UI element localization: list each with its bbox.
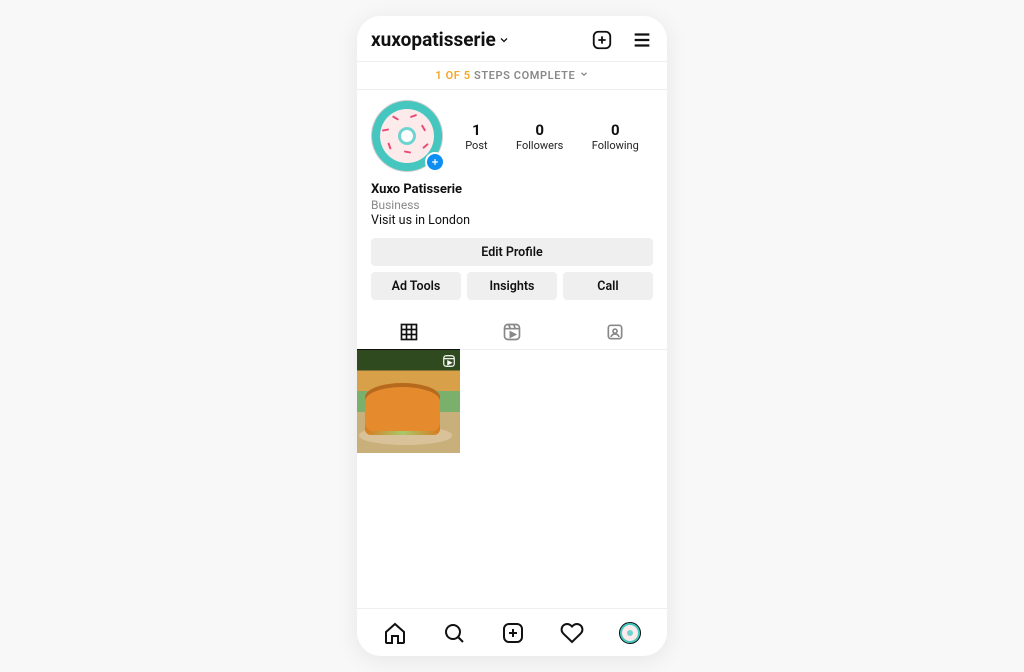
posts-grid bbox=[357, 350, 667, 608]
chevron-down-icon bbox=[498, 34, 510, 46]
avatar[interactable] bbox=[371, 100, 443, 172]
profile-top-row: 1 Post 0 Followers 0 Following bbox=[371, 100, 653, 172]
header-actions bbox=[591, 29, 653, 51]
profile-header: xuxopatisserie bbox=[357, 16, 667, 61]
stat-label: Post bbox=[465, 139, 487, 152]
call-button[interactable]: Call bbox=[563, 272, 653, 300]
nav-create-icon[interactable] bbox=[501, 621, 525, 645]
stat-num: 0 bbox=[516, 121, 563, 139]
create-post-icon[interactable] bbox=[591, 29, 613, 51]
phone-frame: xuxopatisserie 1 OF 5 STEPS COMPLETE bbox=[357, 16, 667, 656]
nav-home-icon[interactable] bbox=[383, 621, 407, 645]
reels-icon bbox=[502, 322, 522, 342]
bottom-nav bbox=[357, 608, 667, 656]
post-thumbnail[interactable] bbox=[357, 350, 460, 453]
steps-label: STEPS COMPLETE bbox=[474, 69, 575, 82]
profile-description: Visit us in London bbox=[371, 213, 653, 228]
edit-profile-button[interactable]: Edit Profile bbox=[371, 238, 653, 266]
steps-count: 1 OF 5 bbox=[435, 69, 470, 82]
stat-following[interactable]: 0 Following bbox=[592, 121, 639, 152]
onboarding-steps-bar[interactable]: 1 OF 5 STEPS COMPLETE bbox=[357, 62, 667, 89]
profile-buttons: Edit Profile Ad Tools Insights Call bbox=[357, 228, 667, 300]
grid-icon bbox=[399, 322, 419, 342]
profile-category: Business bbox=[371, 198, 653, 212]
stat-num: 0 bbox=[592, 121, 639, 139]
stat-followers[interactable]: 0 Followers bbox=[516, 121, 563, 152]
insights-button[interactable]: Insights bbox=[467, 272, 557, 300]
nav-search-icon[interactable] bbox=[442, 621, 466, 645]
profile-section: 1 Post 0 Followers 0 Following Xuxo Pati… bbox=[357, 90, 667, 228]
tagged-icon bbox=[605, 322, 625, 342]
stat-label: Following bbox=[592, 139, 639, 152]
add-story-icon[interactable] bbox=[425, 152, 445, 172]
tab-grid[interactable] bbox=[357, 314, 460, 350]
stat-posts[interactable]: 1 Post bbox=[465, 121, 487, 152]
username-text: xuxopatisserie bbox=[371, 28, 496, 51]
tab-tagged[interactable] bbox=[564, 314, 667, 350]
menu-icon[interactable] bbox=[631, 29, 653, 51]
profile-stats: 1 Post 0 Followers 0 Following bbox=[451, 121, 653, 152]
profile-display-name: Xuxo Patisserie bbox=[371, 182, 653, 197]
nav-profile-avatar[interactable] bbox=[619, 622, 641, 644]
chevron-down-icon bbox=[579, 69, 589, 79]
profile-bio: Xuxo Patisserie Business Visit us in Lon… bbox=[371, 182, 653, 228]
ad-tools-button[interactable]: Ad Tools bbox=[371, 272, 461, 300]
nav-activity-icon[interactable] bbox=[560, 621, 584, 645]
reel-badge-icon bbox=[442, 354, 456, 368]
username-dropdown[interactable]: xuxopatisserie bbox=[371, 28, 510, 51]
stat-label: Followers bbox=[516, 139, 563, 152]
profile-tabs bbox=[357, 314, 667, 350]
stat-num: 1 bbox=[465, 121, 487, 139]
tab-reels[interactable] bbox=[460, 314, 563, 350]
